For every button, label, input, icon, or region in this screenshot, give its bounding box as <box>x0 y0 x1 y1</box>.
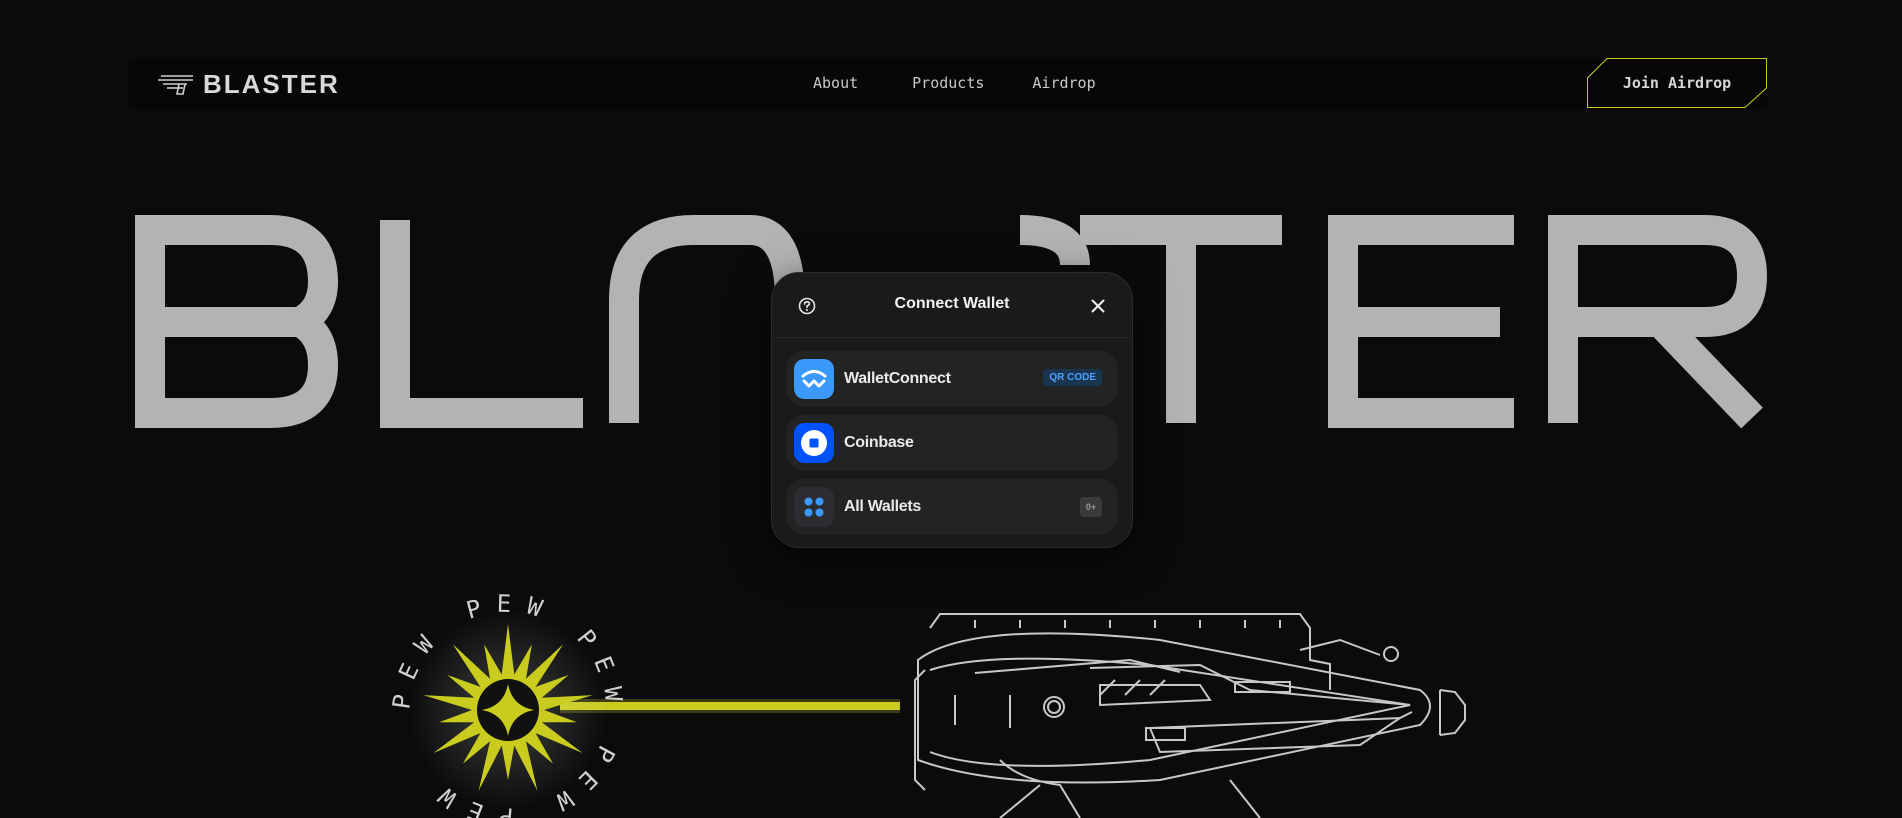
logo-text: BLASTER <box>203 68 340 99</box>
brand-logo[interactable]: BLASTER <box>157 68 340 99</box>
blaster-gun-icon <box>158 75 193 95</box>
all-wallets-icon <box>794 487 834 527</box>
close-icon[interactable] <box>1089 297 1107 315</box>
nav-link-about[interactable]: About <box>813 74 858 92</box>
page: BLASTER About Products Airdrop Join Aird… <box>0 0 1902 818</box>
modal-title: Connect Wallet <box>894 295 1010 312</box>
wallet-count-badge: 0+ <box>1080 497 1102 517</box>
top-nav: BLASTER About Products Airdrop Join Aird… <box>129 58 1767 110</box>
walletconnect-icon <box>794 359 834 399</box>
wallet-option-all-wallets[interactable]: All Wallets 0+ <box>786 479 1118 535</box>
wallet-name: Coinbase <box>844 434 914 451</box>
coinbase-icon <box>794 423 834 463</box>
wallet-name: All Wallets <box>844 498 922 515</box>
join-airdrop-label: Join Airdrop <box>1622 74 1732 92</box>
nav-link-airdrop[interactable]: Airdrop <box>1032 74 1095 92</box>
connect-wallet-modal: Connect Wallet WalletConnect QR CODE Coi… <box>771 272 1133 548</box>
qr-code-badge: QR CODE <box>1043 369 1102 386</box>
blaster-gun-outline <box>914 613 1466 818</box>
nav-link-products[interactable]: Products <box>912 74 984 92</box>
wallet-name: WalletConnect <box>844 370 951 387</box>
modal-header: Connect Wallet <box>772 273 1132 338</box>
wallet-option-coinbase[interactable]: Coinbase <box>786 415 1118 471</box>
wallet-option-walletconnect[interactable]: WalletConnect QR CODE <box>786 351 1118 407</box>
nav-links: About Products Airdrop <box>813 74 1144 92</box>
blaster-illustration: PEW PEW PEW PEW PEW <box>387 590 1466 818</box>
join-airdrop-button[interactable]: Join Airdrop <box>1587 58 1767 108</box>
